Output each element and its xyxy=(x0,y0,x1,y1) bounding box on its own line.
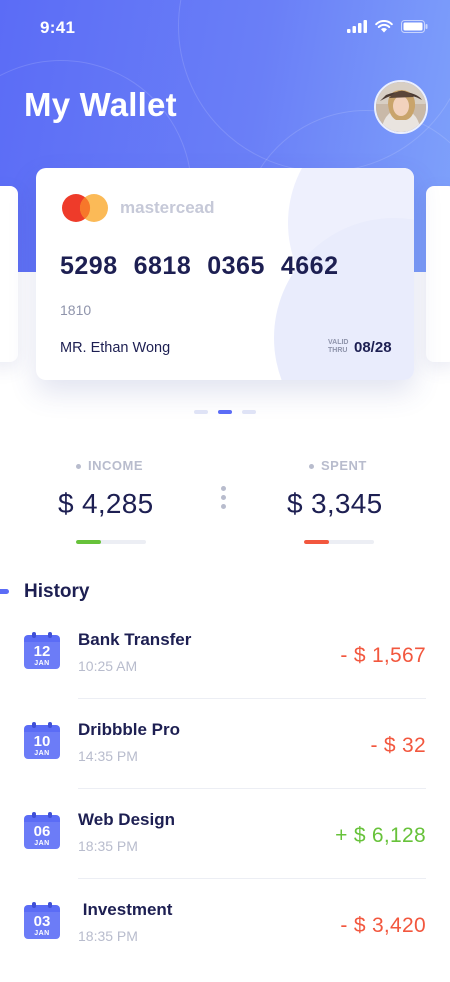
transaction-name: Investment xyxy=(78,900,173,919)
transaction-day: 03 xyxy=(33,913,51,930)
calendar-icon: 12 JAN xyxy=(24,632,60,669)
card-brand: mastercead xyxy=(120,198,215,217)
avatar-image xyxy=(376,82,426,132)
card-number-group: 4662 xyxy=(280,252,339,280)
transaction-time: 18:35 PM xyxy=(78,838,138,854)
card-number-group: 0365 xyxy=(207,252,265,280)
divider xyxy=(78,878,426,879)
transaction-day: 06 xyxy=(33,823,51,840)
transaction-month: JAN xyxy=(34,840,50,847)
transaction-row[interactable]: 03 JAN Investment 18:35 PM - $ 3,420 xyxy=(0,892,450,982)
transaction-amount: - $ 32 xyxy=(370,734,426,757)
mastercard-logo-icon xyxy=(62,194,108,222)
bullet-icon xyxy=(76,464,81,470)
income-progress xyxy=(76,540,146,544)
next-card-peek[interactable] xyxy=(426,186,450,362)
bullet-icon xyxy=(309,464,314,470)
transaction-amount: - $ 1,567 xyxy=(340,644,426,667)
card-number-group: 6818 xyxy=(133,252,192,280)
battery-icon xyxy=(401,20,428,33)
avatar[interactable] xyxy=(374,80,428,134)
wifi-icon xyxy=(375,20,393,33)
pagination-dot-active[interactable] xyxy=(218,410,232,414)
transaction-day: 12 xyxy=(33,643,51,660)
transaction-month: JAN xyxy=(34,750,50,757)
card-holder-name: MR. Ethan Wong xyxy=(60,340,171,356)
credit-card[interactable]: mastercead 5298 6818 0365 4662 1810 MR. … xyxy=(36,168,414,380)
cellular-signal-icon xyxy=(347,20,367,33)
spent-label: SPENT xyxy=(309,458,367,473)
divider xyxy=(78,788,426,789)
card-pagination xyxy=(194,410,256,414)
calendar-icon: 10 JAN xyxy=(24,722,60,759)
transaction-month: JAN xyxy=(34,660,50,667)
pagination-dot[interactable] xyxy=(242,410,256,414)
income-progress-fill xyxy=(76,540,101,544)
more-vertical-icon[interactable] xyxy=(221,486,226,509)
status-bar: 9:41 xyxy=(0,0,450,56)
spent-progress-fill xyxy=(304,540,329,544)
income-label: INCOME xyxy=(76,458,143,473)
divider xyxy=(78,698,426,699)
card-code: 1810 xyxy=(60,302,92,318)
transaction-time: 10:25 AM xyxy=(78,658,138,674)
transaction-time: 14:35 PM xyxy=(78,748,138,764)
history-marker xyxy=(0,589,9,594)
status-icons xyxy=(347,20,428,33)
card-expiry: 08/28 xyxy=(354,339,392,356)
status-time: 9:41 xyxy=(40,18,76,37)
transaction-time: 18:35 PM xyxy=(78,928,138,944)
transaction-month: JAN xyxy=(34,930,50,937)
transaction-name: Bank Transfer xyxy=(78,630,192,649)
card-number: 5298 6818 0365 4662 xyxy=(60,252,339,281)
spent-progress xyxy=(304,540,374,544)
transaction-name: Web Design xyxy=(78,810,175,829)
transaction-amount: + $ 6,128 xyxy=(335,824,426,847)
pagination-dot[interactable] xyxy=(194,410,208,414)
card-number-group: 5298 xyxy=(60,252,118,280)
history-title: History xyxy=(24,581,90,602)
previous-card-peek[interactable] xyxy=(0,186,18,362)
calendar-icon: 03 JAN xyxy=(24,902,60,939)
transaction-amount: - $ 3,420 xyxy=(340,914,426,937)
page-title: My Wallet xyxy=(24,86,177,123)
income-value: $ 4,285 xyxy=(58,488,154,519)
spent-value: $ 3,345 xyxy=(287,488,383,519)
transaction-name: Dribbble Pro xyxy=(78,720,181,739)
transaction-day: 10 xyxy=(33,733,51,750)
valid-thru-label: VALID THRU xyxy=(328,339,349,354)
calendar-icon: 06 JAN xyxy=(24,812,60,849)
